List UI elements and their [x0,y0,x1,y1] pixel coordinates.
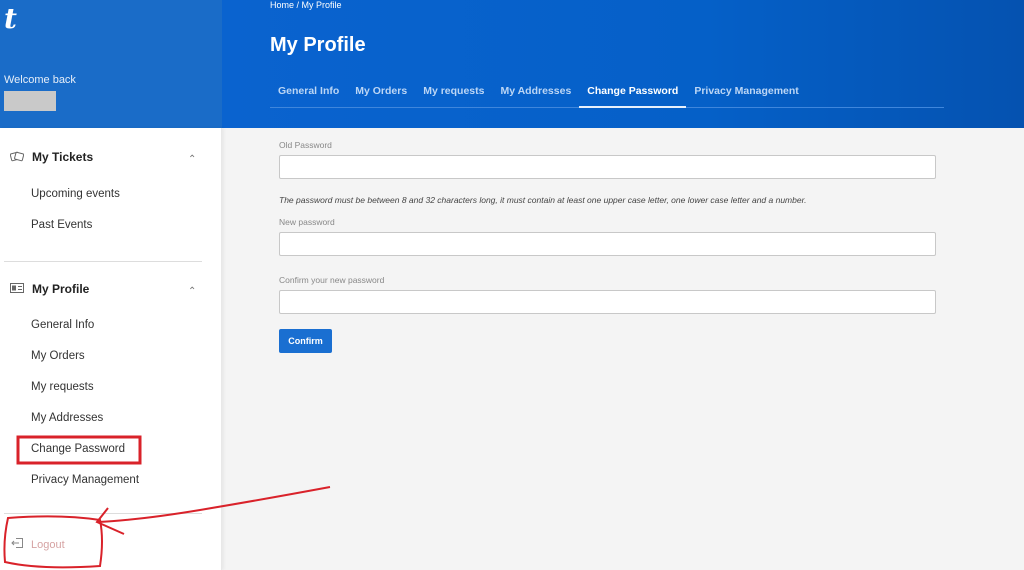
logout-button[interactable]: Logout [11,538,65,551]
page-title: My Profile [270,34,366,56]
sidebar-item-my-orders[interactable]: My Orders [31,350,85,362]
new-password-label: New password [279,217,335,227]
breadcrumb[interactable]: Home / My Profile [270,0,342,10]
page-header: Home / My Profile My Profile General Inf… [222,0,1024,128]
sidebar-item-privacy-management[interactable]: Privacy Management [31,474,139,486]
old-password-label: Old Password [279,140,332,150]
confirm-button[interactable]: Confirm [279,329,332,353]
sidebar-section-tickets[interactable]: My Tickets [9,150,94,164]
sidebar-item-general-info[interactable]: General Info [31,319,94,331]
sidebar-section-tickets-label: My Tickets [32,150,94,164]
logout-label: Logout [31,538,65,551]
chevron-up-icon[interactable]: ⌃ [188,286,196,297]
id-card-icon [10,283,24,295]
profile-tabs: General Info My Orders My requests My Ad… [270,78,944,108]
sidebar-section-profile-label: My Profile [32,282,90,296]
change-password-form: Old Password The password must be betwee… [222,128,1024,570]
old-password-field[interactable] [279,155,936,179]
welcome-text: Welcome back [4,74,76,86]
chevron-up-icon[interactable]: ⌃ [188,154,196,165]
username-redacted [4,91,56,111]
sidebar-item-my-addresses[interactable]: My Addresses [31,412,103,424]
confirm-password-label: Confirm your new password [279,275,385,285]
sidebar-item-upcoming-events[interactable]: Upcoming events [31,188,120,200]
sidebar: My Tickets ⌃ Upcoming events Past Events… [0,128,222,570]
sidebar-item-my-requests[interactable]: My requests [31,381,94,393]
tab-general-info[interactable]: General Info [270,78,347,108]
tab-my-addresses[interactable]: My Addresses [492,78,579,108]
tab-my-orders[interactable]: My Orders [347,78,415,108]
logo[interactable]: t [4,2,17,35]
password-requirements-hint: The password must be between 8 and 32 ch… [279,195,807,205]
sidebar-item-past-events[interactable]: Past Events [31,219,92,231]
sidebar-header: t Welcome back [0,0,222,128]
logout-icon [11,538,23,551]
new-password-field[interactable] [279,232,936,256]
sidebar-section-profile[interactable]: My Profile [10,282,89,296]
tickets-icon [9,151,25,163]
confirm-password-field[interactable] [279,290,936,314]
tab-privacy-management[interactable]: Privacy Management [686,78,806,108]
sidebar-item-change-password[interactable]: Change Password [31,443,125,455]
divider [4,261,202,262]
tab-change-password[interactable]: Change Password [579,78,687,108]
divider [4,513,202,514]
tab-my-requests[interactable]: My requests [415,78,492,108]
